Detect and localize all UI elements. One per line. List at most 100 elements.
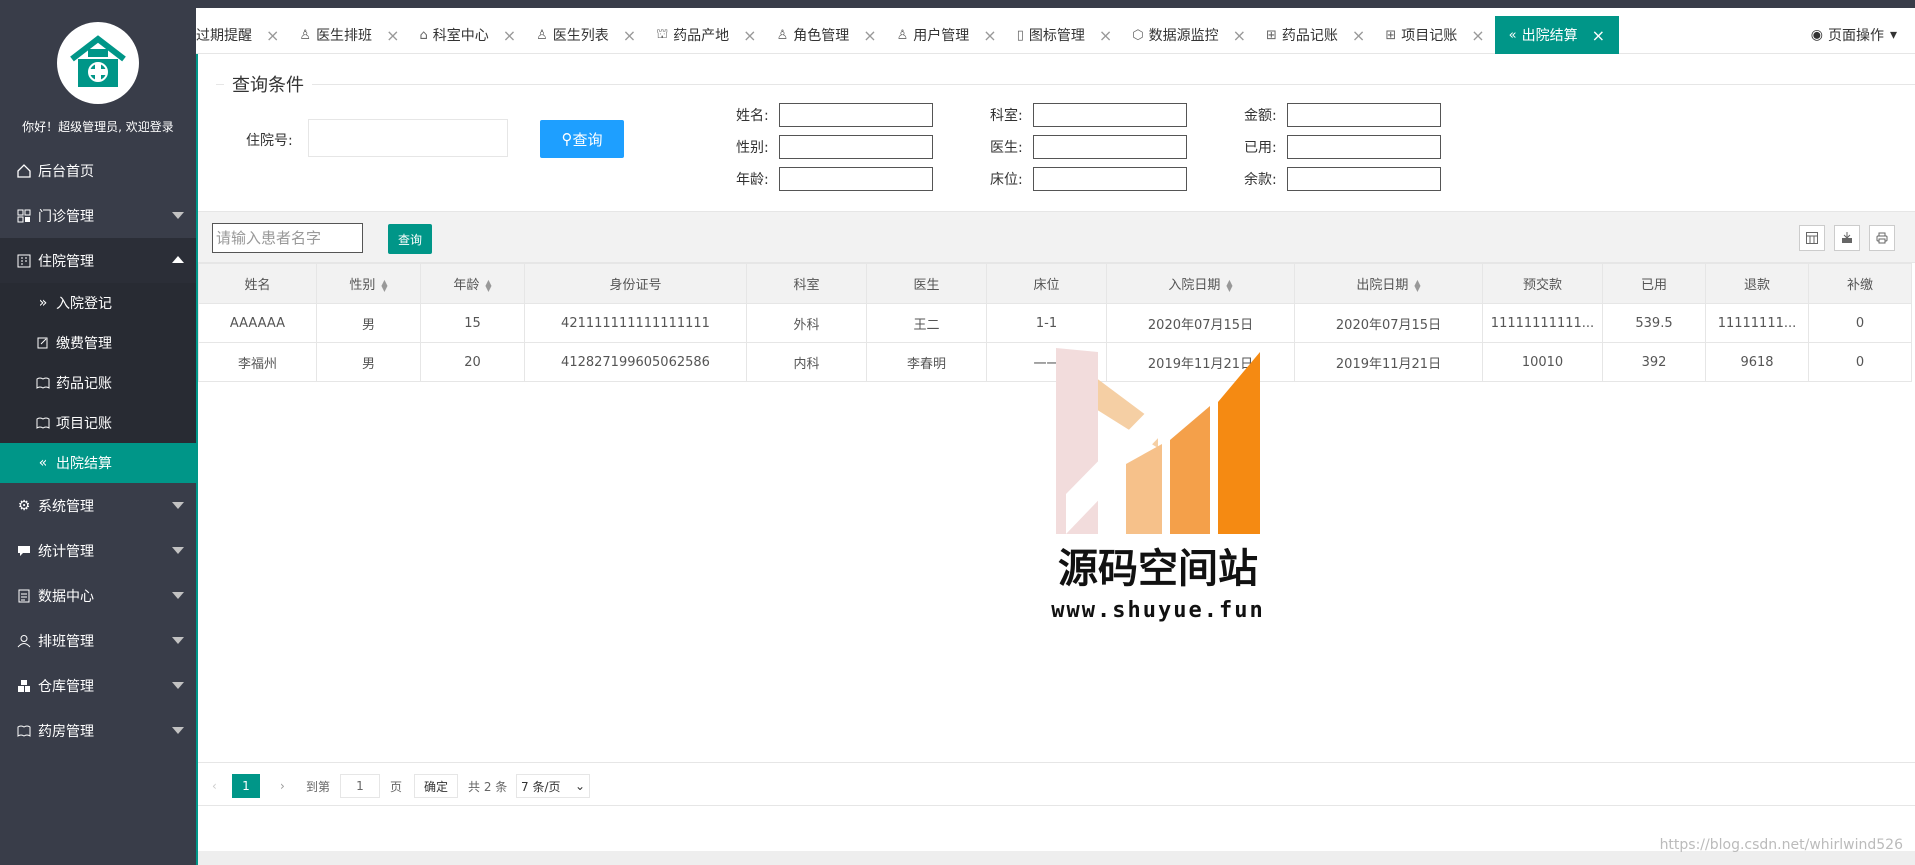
col-header-age[interactable]: 年龄 ▲ ▼ [420, 263, 525, 304]
amount-label: 金额: [1244, 108, 1277, 124]
tab-expiry[interactable]: 过期提醒 × [188, 16, 289, 54]
query-button[interactable]: ⚲ 查询 [540, 120, 624, 158]
confirm-button[interactable]: 确定 [414, 774, 458, 798]
print-icon[interactable] [1869, 225, 1895, 251]
tab-drug-origin[interactable]: ⛫ 药品产地 × [646, 16, 766, 54]
book-icon: ⊞ [1385, 27, 1397, 43]
dept-field[interactable] [1033, 103, 1187, 127]
goto-label: 到第 [306, 779, 331, 794]
table-row[interactable]: 李福州 男 20 412827199605062586 内科 李春明 一一 20… [198, 342, 1912, 382]
query-legend: 查询条件 [232, 75, 304, 96]
page-size-select[interactable]: 7 条/页 ⌄ [516, 774, 590, 798]
doctor-label: 医生: [990, 140, 1023, 156]
tab-department[interactable]: ⌂ 科室中心 × [409, 16, 526, 54]
doctor-field[interactable] [1033, 135, 1187, 159]
user-icon [16, 633, 32, 649]
sidebar-subitem-payment[interactable]: 缴费管理 [0, 323, 196, 363]
balance-field[interactable] [1287, 167, 1441, 191]
chevron-down-icon [172, 727, 184, 734]
sidebar-subitem-discharge[interactable]: « 出院结算 [0, 443, 196, 483]
sort-icon[interactable]: ▲ ▼ [1414, 278, 1420, 292]
footer-strip [198, 851, 1915, 865]
building-icon [16, 253, 32, 269]
sidebar-item-home[interactable]: 后台首页 [0, 148, 196, 193]
book-icon [36, 416, 50, 430]
tab-doctor-schedule[interactable]: ♙ 医生排班 × [289, 16, 409, 54]
sidebar-item-data-center[interactable]: 数据中心 [0, 573, 196, 618]
close-icon[interactable]: × [863, 26, 876, 45]
close-icon[interactable]: × [1592, 26, 1605, 45]
cell-name: AAAAAA [198, 303, 317, 343]
tab-row: 过期提醒 × ♙ 医生排班 × ⌂ 科室中心 × ♙ 医生列表 × ⛫ 药品产地 × ♙ 角色管理 ×… [196, 16, 1620, 54]
logo-wrap [0, 0, 196, 128]
close-icon[interactable]: × [623, 26, 636, 45]
table-row[interactable]: AAAAAA 男 15 421111111111111111 外科 王二 1-1… [198, 303, 1912, 343]
sidebar-item-outpatient[interactable]: 门诊管理 [0, 193, 196, 238]
sidebar-subitem-item-billing[interactable]: 项目记账 [0, 403, 196, 443]
cell-prepaid: 11111111111... [1482, 303, 1603, 343]
bed-label: 床位: [990, 172, 1023, 188]
close-icon[interactable]: × [1099, 26, 1112, 45]
sort-icon[interactable]: ▲ ▼ [1226, 278, 1232, 292]
col-header-supplement: 补缴 [1808, 263, 1912, 304]
page-operations-dropdown[interactable]: ◉ 页面操作 ▾ [1811, 16, 1897, 54]
chevron-down-icon [172, 502, 184, 509]
tab-role[interactable]: ♙ 角色管理 × [767, 16, 887, 54]
tab-drug-billing[interactable]: ⊞ 药品记账 × [1256, 16, 1375, 54]
close-icon[interactable]: × [743, 26, 756, 45]
sidebar-item-warehouse[interactable]: 仓库管理 [0, 663, 196, 708]
sidebar-subitem-drug-billing[interactable]: 药品记账 [0, 363, 196, 403]
gender-field[interactable] [779, 135, 933, 159]
sidebar-item-scheduling[interactable]: 排班管理 [0, 618, 196, 663]
used-field[interactable] [1287, 135, 1441, 159]
sort-icon[interactable]: ▲ ▼ [485, 278, 491, 292]
close-icon[interactable]: × [386, 26, 399, 45]
col-header-name: 姓名 [198, 263, 317, 304]
page-unit-label: 页 [390, 779, 403, 794]
tab-bar: 过期提醒 × ♙ 医生排班 × ⌂ 科室中心 × ♙ 医生列表 × ⛫ 药品产地 × ♙ 角色管理 ×… [196, 0, 1915, 54]
sort-icon[interactable]: ▲ ▼ [381, 278, 387, 292]
tab-datasource[interactable]: ⬡ 数据源监控 × [1122, 16, 1256, 54]
age-field[interactable] [779, 167, 933, 191]
amount-field[interactable] [1287, 103, 1441, 127]
next-page-icon[interactable]: › [280, 774, 285, 798]
tab-doctor-list[interactable]: ♙ 医生列表 × [526, 16, 646, 54]
bed-field[interactable] [1033, 167, 1187, 191]
prev-page-icon[interactable]: ‹ [212, 774, 217, 798]
name-field[interactable] [779, 103, 933, 127]
export-icon[interactable] [1834, 225, 1860, 251]
tab-user[interactable]: ♙ 用户管理 × [887, 16, 1007, 54]
sidebar-item-statistics[interactable]: 统计管理 [0, 528, 196, 573]
close-icon[interactable]: × [1352, 26, 1365, 45]
sidebar-item-inpatient[interactable]: 住院管理 [0, 238, 196, 283]
close-icon[interactable]: × [983, 26, 996, 45]
close-icon[interactable]: × [503, 26, 516, 45]
tab-label: 药品产地 [673, 28, 730, 44]
tab-item-billing[interactable]: ⊞ 项目记账 × [1375, 16, 1494, 54]
sidebar-item-pharmacy[interactable]: 药房管理 [0, 708, 196, 753]
cell-refund: 9618 [1705, 342, 1809, 382]
col-header-gender[interactable]: 性别 ▲ ▼ [316, 263, 421, 304]
col-header-admit-date[interactable]: 入院日期 ▲ ▼ [1106, 263, 1295, 304]
patient-search-button[interactable]: 查询 [388, 224, 432, 254]
dept-label: 科室: [990, 108, 1023, 124]
cell-prepaid: 10010 [1482, 342, 1603, 382]
sidebar-item-system[interactable]: ⚙ 系统管理 [0, 483, 196, 528]
sidebar-subitem-label: 项目记账 [56, 416, 112, 432]
col-header-discharge-date[interactable]: 出院日期 ▲ ▼ [1294, 263, 1483, 304]
close-icon[interactable]: × [266, 26, 279, 45]
sidebar-subitem-label: 药品记账 [56, 376, 112, 392]
admission-number-input[interactable] [308, 119, 508, 157]
tab-discharge[interactable]: «出院结算 × [1494, 16, 1620, 54]
columns-icon[interactable] [1799, 225, 1825, 251]
sidebar-subitem-admission[interactable]: » 入院登记 [0, 283, 196, 323]
close-icon[interactable]: × [1471, 26, 1484, 45]
page-jump-input[interactable]: 1 [340, 774, 380, 798]
page-number-current[interactable]: 1 [232, 774, 260, 798]
tab-label: 医生列表 [552, 28, 609, 44]
close-icon[interactable]: × [1233, 26, 1246, 45]
patient-search-input[interactable]: 请输入患者名字 [212, 223, 363, 253]
tab-label: 过期提醒 [196, 28, 252, 44]
tab-icon[interactable]: ▯ 图标管理 × [1007, 16, 1123, 54]
chevron-down-icon [172, 547, 184, 554]
